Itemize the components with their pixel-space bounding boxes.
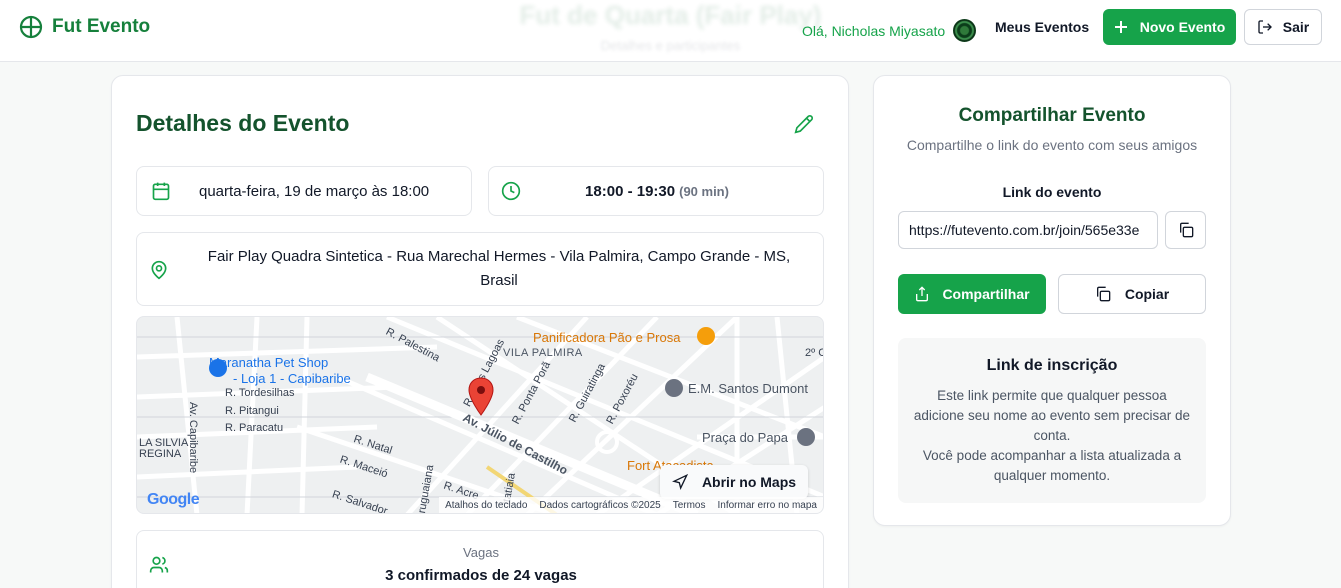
open-maps-label: Abrir no Maps	[701, 474, 797, 490]
my-events-link[interactable]: Meus Eventos	[995, 19, 1089, 35]
time-range: 18:00 - 19:30	[585, 183, 676, 200]
event-date-box: quarta-feira, 19 de março às 18:00	[136, 166, 472, 216]
map-data-credit: Dados cartográficos ©2025	[539, 499, 661, 511]
map-pin-icon	[151, 260, 167, 280]
praca-pin-icon	[797, 428, 815, 446]
navigation-icon	[671, 474, 688, 490]
calendar-icon	[152, 182, 170, 201]
map-label-praca: Praça do Papa	[702, 430, 789, 445]
signup-info-line-1: Este link permite que qualquer pessoa ad…	[913, 388, 1191, 443]
map-label-regina: REGINA	[139, 448, 182, 460]
copy-link-icon-button[interactable]	[1165, 211, 1206, 249]
copy-button[interactable]: Copiar	[1058, 274, 1206, 314]
vagas-label: Vagas	[463, 545, 499, 560]
event-time-box: 18:00 - 19:30 (90 min)	[488, 166, 824, 216]
logout-label: Sair	[1282, 19, 1310, 35]
duration: (90 min)	[679, 184, 729, 199]
signup-info-line-2: Você pode acompanhar a lista atualizada …	[922, 448, 1182, 483]
event-location: Fair Play Quadra Sintetica - Rua Marecha…	[207, 248, 791, 289]
map-label-pitangui: R. Pitangui	[225, 405, 279, 417]
map-label-panificadora: Panificadora Pão e Prosa	[533, 330, 681, 345]
plus-icon	[1114, 21, 1127, 33]
open-maps-button[interactable]: Abrir no Maps	[660, 465, 808, 499]
user-greeting: Olá, Nicholas Miyasato	[802, 19, 977, 42]
share-subtitle: Compartilhe o link do evento com seus am…	[906, 137, 1198, 153]
signup-info-text: Este link permite que qualquer pessoa ad…	[912, 386, 1192, 486]
share-button[interactable]: Compartilhar	[898, 274, 1046, 314]
map-label-vila-palmira: VILA PALMIRA	[503, 347, 583, 359]
copy-icon	[1096, 286, 1111, 302]
vagas-box: Vagas 3 confirmados de 24 vagas	[136, 530, 824, 588]
share-card: Compartilhar Evento Compartilhe o link d…	[873, 75, 1231, 526]
logout-button[interactable]: Sair	[1244, 9, 1322, 45]
logout-icon	[1258, 20, 1272, 34]
new-event-button[interactable]: Novo Evento	[1103, 9, 1236, 45]
restaurant-pin-icon	[697, 327, 715, 345]
share-icon	[916, 286, 929, 302]
location-map[interactable]: Maranatha Pet Shop - Loja 1 - Capibaribe…	[136, 316, 824, 514]
school-pin-icon	[665, 379, 683, 397]
avatar[interactable]	[953, 19, 977, 42]
google-logo-text: Google	[147, 491, 200, 508]
top-header: Fut Evento Fut de Quarta (Fair Play) Det…	[0, 0, 1341, 62]
map-label-tordesilhas: R. Tordesilhas	[225, 387, 295, 399]
event-time: 18:00 - 19:30 (90 min)	[489, 183, 825, 200]
share-title: Compartilhar Evento	[958, 105, 1146, 126]
map-attribution-bar: Atalhos do teclado Dados cartográficos ©…	[439, 497, 823, 513]
signup-info-box: Link de inscrição Este link permite que …	[898, 338, 1206, 503]
copy-button-label: Copiar	[1124, 286, 1170, 302]
pencil-icon[interactable]	[794, 114, 814, 134]
map-shortcuts-link[interactable]: Atalhos do teclado	[445, 500, 527, 511]
map-label-escola: E.M. Santos Dumont	[688, 381, 808, 396]
link-label: Link do evento	[1002, 184, 1102, 200]
details-title: Detalhes do Evento	[136, 110, 350, 136]
map-terms-link[interactable]: Termos	[673, 500, 706, 511]
vagas-value: 3 confirmados de 24 vagas	[385, 567, 577, 584]
map-report-link[interactable]: Informar erro no mapa	[718, 500, 818, 511]
event-link-input[interactable]	[898, 211, 1158, 249]
signup-info-title: Link de inscrição	[986, 357, 1118, 374]
event-location-box: Fair Play Quadra Sintetica - Rua Marecha…	[136, 232, 824, 306]
event-details-card: Detalhes do Evento quarta-feira, 19 de m…	[111, 75, 849, 588]
map-label-pet-shop-2: - Loja 1 - Capibaribe	[233, 371, 351, 386]
map-label-paracatu: R. Paracatu	[225, 422, 284, 434]
pet-shop-pin-icon	[209, 359, 227, 377]
location-pin-icon[interactable]	[467, 377, 495, 417]
new-event-label: Novo Evento	[1139, 19, 1226, 35]
event-date: quarta-feira, 19 de março às 18:00	[199, 183, 430, 200]
map-label-second: 2º C	[805, 347, 823, 359]
google-logo: Google	[147, 491, 200, 509]
share-button-label: Compartilhar	[942, 286, 1030, 302]
greeting-text: Olá, Nicholas Miyasato	[802, 22, 946, 39]
map-label-capibaribe: Av. Capibaribe	[187, 402, 199, 474]
copy-icon	[1179, 222, 1193, 238]
